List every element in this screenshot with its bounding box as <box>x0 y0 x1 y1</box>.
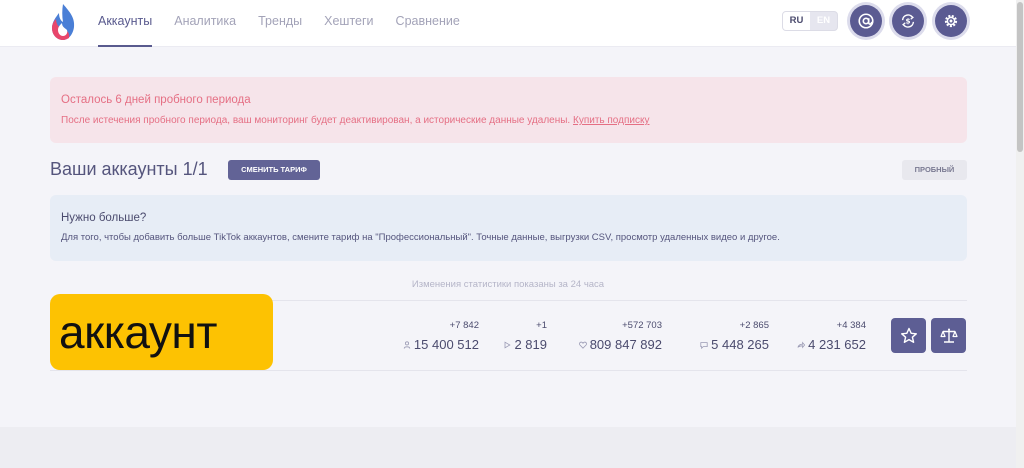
stat-likes-delta: +572 703 <box>622 320 662 331</box>
nav-tab-accounts[interactable]: Аккаунты <box>98 0 153 47</box>
plan-badge: ПРОБНЫЙ <box>902 160 967 180</box>
stat-followers-delta: +7 842 <box>449 320 479 331</box>
nav-tab-analytics[interactable]: Аналитика <box>174 0 236 47</box>
footer-band <box>0 427 1016 468</box>
play-icon <box>505 341 512 348</box>
at-icon <box>858 13 874 29</box>
trial-alert-text: После истечения пробного периода, ваш мо… <box>61 115 956 126</box>
lang-en-option[interactable]: EN <box>810 12 837 30</box>
stats-period-note: Изменения статистики показаны за 24 часа <box>411 279 605 290</box>
stat-videos: +1 2 819 <box>503 320 547 352</box>
info-box-title: Нужно больше? <box>61 212 147 224</box>
stat-followers-value: 15 400 512 <box>413 337 479 352</box>
gear-icon <box>944 14 958 28</box>
trial-alert-message: После истечения пробного периода, ваш мо… <box>61 115 571 126</box>
stat-likes-value: 809 847 892 <box>589 337 662 352</box>
row-bottom-divider <box>50 370 967 371</box>
dollar-cycle-icon: $ <box>901 14 915 28</box>
stat-shares: +4 384 4 231 652 <box>797 320 866 352</box>
trial-alert-title: Осталось 6 дней пробного периода <box>61 94 251 106</box>
stat-videos-value: 2 819 <box>514 337 547 352</box>
nav-tab-comparison[interactable]: Сравнение <box>396 0 460 47</box>
mention-button[interactable] <box>850 5 882 37</box>
billing-button[interactable]: $ <box>892 5 924 37</box>
page-scrollbar[interactable] <box>1016 0 1024 468</box>
stat-comments: +2 865 5 448 265 <box>700 320 769 352</box>
account-name[interactable]: аккаунт <box>50 294 273 370</box>
settings-button[interactable] <box>935 5 967 37</box>
top-header: Аккаунты Аналитика Тренды Хештеги Сравне… <box>0 0 1016 47</box>
stat-likes: +572 703 809 847 892 <box>578 320 662 352</box>
comment-icon <box>700 341 708 349</box>
compare-button[interactable] <box>931 318 966 353</box>
nav-tab-trends[interactable]: Тренды <box>258 0 302 47</box>
stat-shares-delta: +4 384 <box>836 320 866 331</box>
heart-icon <box>578 341 587 349</box>
scales-icon <box>939 328 958 343</box>
stat-comments-value: 5 448 265 <box>711 337 769 352</box>
star-icon <box>900 327 917 343</box>
stat-comments-delta: +2 865 <box>739 320 769 331</box>
scrollbar-thumb[interactable] <box>1017 2 1023 152</box>
share-icon <box>797 340 806 349</box>
flame-logo-icon[interactable] <box>50 3 76 41</box>
lang-ru-option[interactable]: RU <box>783 12 810 30</box>
stat-followers: +7 842 15 400 512 <box>403 320 479 352</box>
accounts-title: Ваши аккаунты 1/1 <box>50 159 208 179</box>
trial-alert: Осталось 6 дней пробного периода После и… <box>50 77 967 143</box>
language-switch: RU EN <box>782 11 838 31</box>
upgrade-info-box: Нужно больше? Для того, чтобы добавить б… <box>50 195 967 261</box>
change-plan-button[interactable]: СМЕНИТЬ ТАРИФ <box>228 160 320 180</box>
stat-videos-delta: +1 <box>536 320 547 331</box>
buy-subscription-link[interactable]: Купить подписку <box>573 115 649 126</box>
svg-text:$: $ <box>905 17 910 26</box>
stat-shares-value: 4 231 652 <box>808 337 866 352</box>
info-box-text: Для того, чтобы добавить больше TikTok а… <box>61 232 780 243</box>
nav-tab-hashtags[interactable]: Хештеги <box>324 0 373 47</box>
followers-icon <box>403 340 411 349</box>
main-nav: Аккаунты Аналитика Тренды Хештеги Сравне… <box>98 0 482 47</box>
favorite-button[interactable] <box>891 318 926 353</box>
